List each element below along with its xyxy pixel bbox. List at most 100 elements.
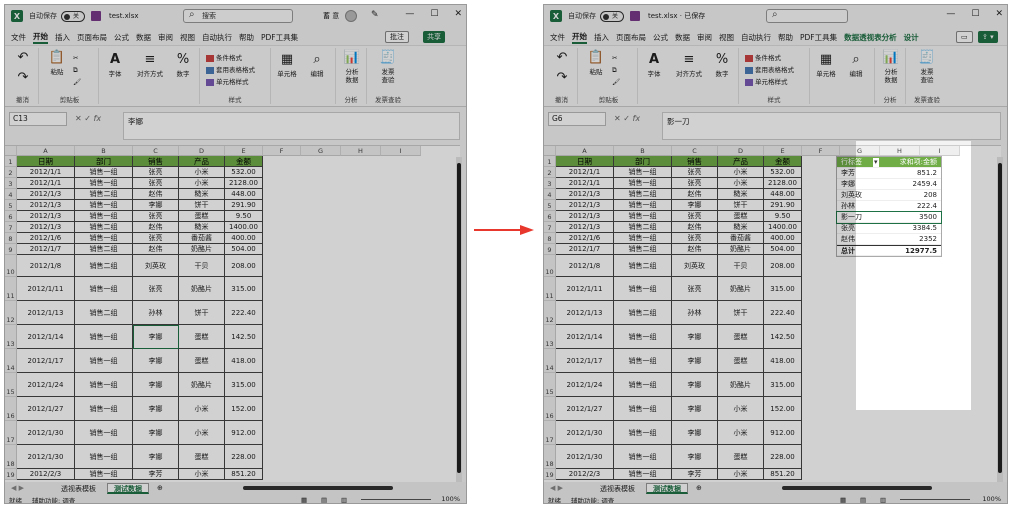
- table-cell[interactable]: 2012/1/14: [17, 325, 75, 349]
- table-cell[interactable]: 2012/1/7: [556, 244, 614, 255]
- row-header[interactable]: 8: [5, 233, 17, 244]
- table-cell[interactable]: 奶酪片: [179, 244, 225, 255]
- table-cell[interactable]: 孙林: [133, 301, 179, 325]
- table-cell[interactable]: 208.00: [764, 255, 802, 277]
- sheet-tab-pivot-template[interactable]: 透视表模板: [593, 483, 642, 494]
- row-header[interactable]: 7: [5, 222, 17, 233]
- table-cell[interactable]: 912.00: [225, 421, 263, 445]
- row-header[interactable]: 14: [5, 349, 17, 373]
- column-header[interactable]: B: [75, 146, 133, 156]
- table-cell[interactable]: 蛋糕: [179, 325, 225, 349]
- tab-view[interactable]: 视图: [719, 32, 734, 43]
- zoom-level[interactable]: 100%: [982, 495, 1001, 503]
- sheet-grid[interactable]: A B C D E F G H I 1 日期 部门 销售 产品 金额 2 2012/1/1 销售一组 张亮 小米 532…: [5, 145, 460, 482]
- table-cell[interactable]: 蛋糕: [179, 349, 225, 373]
- accessibility-status[interactable]: 辅助功能: 调查: [571, 495, 614, 504]
- row-header[interactable]: 9: [5, 244, 17, 255]
- sheet-tab-test-data[interactable]: 测试数据: [646, 482, 688, 494]
- table-cell[interactable]: 2012/1/3: [17, 222, 75, 233]
- invoice-check-button[interactable]: 🧾 发票 查验: [375, 50, 401, 84]
- row-header[interactable]: 18: [544, 445, 556, 469]
- cell-style-button[interactable]: 单元格样式: [206, 76, 249, 86]
- table-cell[interactable]: 315.00: [764, 277, 802, 301]
- column-header[interactable]: B: [614, 146, 672, 156]
- tab-home[interactable]: 开始: [33, 31, 48, 44]
- table-cell[interactable]: 2012/1/30: [17, 421, 75, 445]
- table-cell[interactable]: 2012/1/30: [556, 421, 614, 445]
- tab-view[interactable]: 视图: [180, 32, 195, 43]
- table-cell[interactable]: 228.00: [225, 445, 263, 469]
- table-cell[interactable]: 532.00: [225, 167, 263, 178]
- cancel-icon[interactable]: ✕: [614, 114, 621, 123]
- table-cell[interactable]: 蛋糕: [179, 211, 225, 222]
- formula-input[interactable]: 影一刀: [662, 112, 1001, 140]
- accessibility-status[interactable]: 辅助功能: 调查: [32, 495, 75, 504]
- table-cell[interactable]: 2012/1/30: [17, 445, 75, 469]
- share-button[interactable]: 共享: [423, 31, 445, 43]
- table-cell[interactable]: 315.00: [225, 277, 263, 301]
- save-icon[interactable]: [630, 11, 640, 21]
- table-cell[interactable]: 糙米: [718, 222, 764, 233]
- table-cell[interactable]: 蛋糕: [179, 445, 225, 469]
- table-cell[interactable]: 张亮: [133, 277, 179, 301]
- table-cell[interactable]: 销售一组: [75, 277, 133, 301]
- tab-data[interactable]: 数据: [675, 32, 690, 43]
- table-cell[interactable]: 李娜: [672, 421, 718, 445]
- table-cell[interactable]: 李芳: [672, 469, 718, 480]
- row-header[interactable]: 10: [5, 255, 17, 277]
- vertical-scrollbar[interactable]: [456, 157, 462, 482]
- column-header[interactable]: A: [556, 146, 614, 156]
- table-cell[interactable]: 销售一组: [614, 200, 672, 211]
- table-cell[interactable]: 李娜: [672, 397, 718, 421]
- table-cell[interactable]: 销售一组: [75, 167, 133, 178]
- table-cell[interactable]: 奶酪片: [179, 277, 225, 301]
- table-cell[interactable]: 销售二组: [75, 222, 133, 233]
- fx-icon[interactable]: fx: [94, 114, 102, 123]
- table-cell[interactable]: 李娜: [133, 445, 179, 469]
- maximize-icon[interactable]: ☐: [430, 9, 438, 19]
- table-cell[interactable]: 2012/1/24: [556, 373, 614, 397]
- table-cell[interactable]: 张亮: [672, 167, 718, 178]
- table-cell[interactable]: 2012/2/3: [556, 469, 614, 480]
- table-cell[interactable]: 448.00: [225, 189, 263, 200]
- formula-input[interactable]: 李娜: [123, 112, 460, 140]
- row-header[interactable]: 2: [5, 167, 17, 178]
- table-cell[interactable]: 小米: [718, 167, 764, 178]
- row-header[interactable]: 18: [5, 445, 17, 469]
- pivot-row[interactable]: 李娜 2459.4: [837, 179, 941, 190]
- row-header[interactable]: 15: [5, 373, 17, 397]
- check-icon[interactable]: ✓: [623, 114, 630, 123]
- table-cell[interactable]: 销售一组: [614, 178, 672, 189]
- tab-automate[interactable]: 自动执行: [202, 32, 232, 43]
- table-cell[interactable]: 蛋糕: [718, 349, 764, 373]
- number-button[interactable]: % 数字: [171, 52, 195, 78]
- table-cell[interactable]: 张亮: [672, 211, 718, 222]
- table-cell[interactable]: 销售一组: [614, 349, 672, 373]
- column-header[interactable]: F: [263, 146, 301, 156]
- row-header[interactable]: 11: [544, 277, 556, 301]
- table-cell[interactable]: 销售二组: [614, 189, 672, 200]
- table-cell[interactable]: 315.00: [764, 373, 802, 397]
- zoom-level[interactable]: 100%: [441, 495, 460, 503]
- page-layout-icon[interactable]: ▤: [860, 496, 866, 504]
- table-cell[interactable]: 张亮: [133, 167, 179, 178]
- tab-formulas[interactable]: 公式: [114, 32, 129, 43]
- table-cell[interactable]: 销售二组: [614, 301, 672, 325]
- table-cell[interactable]: 赵伟: [133, 244, 179, 255]
- cut-icon[interactable]: ✂: [73, 54, 78, 62]
- table-header-cell[interactable]: 部门: [614, 156, 672, 167]
- table-header-cell[interactable]: 销售: [133, 156, 179, 167]
- table-header-cell[interactable]: 日期: [556, 156, 614, 167]
- table-cell[interactable]: 张亮: [672, 178, 718, 189]
- table-cell[interactable]: 蛋糕: [718, 325, 764, 349]
- add-sheet-icon[interactable]: ⊕: [157, 484, 163, 492]
- table-cell[interactable]: 小米: [179, 397, 225, 421]
- search-box[interactable]: [766, 9, 848, 23]
- save-icon[interactable]: [91, 11, 101, 21]
- table-cell[interactable]: 142.50: [764, 325, 802, 349]
- tab-home[interactable]: 开始: [572, 31, 587, 44]
- table-cell[interactable]: 2012/1/1: [556, 167, 614, 178]
- tab-review[interactable]: 审阅: [697, 32, 712, 43]
- comment-button[interactable]: 批注: [385, 31, 409, 43]
- table-header-cell[interactable]: 日期: [17, 156, 75, 167]
